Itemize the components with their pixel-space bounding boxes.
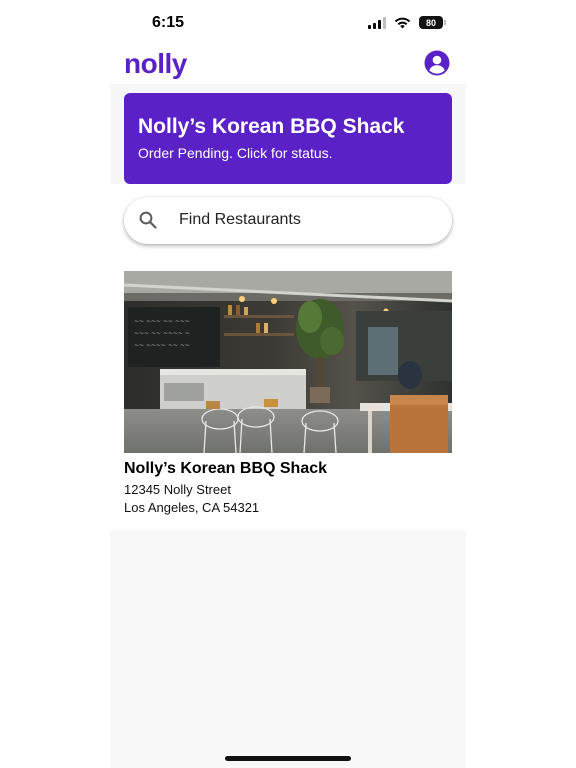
brand-logo[interactable]: nolly (124, 48, 187, 80)
order-restaurant-title: Nolly’s Korean BBQ Shack (138, 115, 405, 138)
restaurant-name: Nolly’s Korean BBQ Shack (124, 460, 328, 477)
restaurant-address-line2: Los Angeles, CA 54321 (124, 500, 260, 515)
search-icon (139, 211, 157, 229)
status-bar: 6:15 80 (0, 0, 576, 48)
restaurant-card[interactable]: ~~ ~~~ ~~ ~~~ ~~~ ~~ ~~~~ ~ ~~ ~~~~ ~~ ~… (124, 271, 452, 521)
restaurant-address-line1: 12345 Nolly Street (124, 482, 231, 497)
status-time: 6:15 (152, 14, 185, 31)
status-icons: 80 (368, 16, 446, 29)
svg-text:~~ ~~~~ ~~ ~~: ~~ ~~~~ ~~ ~~ (134, 342, 190, 349)
profile-button[interactable] (424, 50, 450, 76)
order-status-banner[interactable]: Nolly’s Korean BBQ Shack Order Pending. … (124, 93, 452, 184)
search-placeholder: Find Restaurants (179, 211, 301, 228)
search-input[interactable]: Find Restaurants (124, 197, 452, 244)
signal-icon (368, 16, 386, 29)
restaurant-photo: ~~ ~~~ ~~ ~~~ ~~~ ~~ ~~~~ ~ ~~ ~~~~ ~~ ~… (124, 271, 452, 453)
battery-icon: 80 (419, 16, 446, 29)
home-indicator[interactable] (225, 756, 351, 761)
order-status-text: Order Pending. Click for status. (138, 145, 333, 161)
app-header: nolly (110, 46, 466, 84)
battery-level: 80 (425, 17, 436, 28)
svg-text:~~~ ~~ ~~~~ ~: ~~~ ~~ ~~~~ ~ (134, 330, 190, 337)
content-empty-area (110, 530, 466, 768)
profile-icon (424, 50, 450, 76)
wifi-icon (394, 17, 411, 29)
svg-text:~~ ~~~ ~~ ~~~: ~~ ~~~ ~~ ~~~ (134, 318, 190, 325)
app-screen: 6:15 80 nolly Nolly’s Korean BBQ Shack O… (0, 0, 576, 768)
